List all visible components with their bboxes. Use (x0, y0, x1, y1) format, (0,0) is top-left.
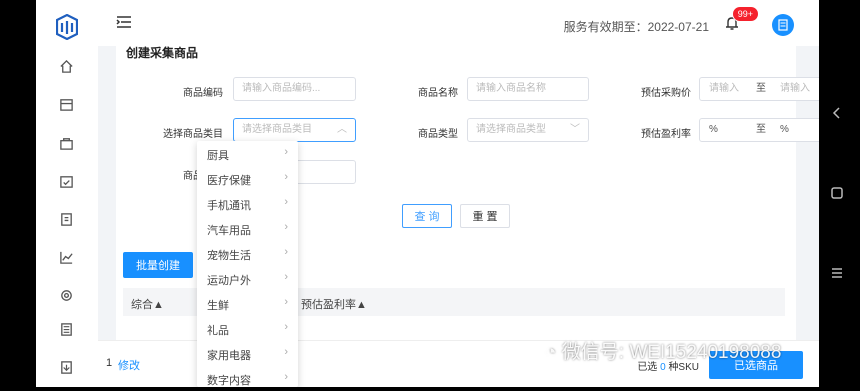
edit-link[interactable]: 修改 (118, 357, 140, 373)
service-expiry-text: 服务有效期至：2022-07-21 (563, 20, 709, 34)
watermark: ◔ 微信号: WEI15240198088 (545, 337, 781, 364)
app-screen: 服务有效期至：2022-07-21 99+ 创建采集商品 商品编码 请输入商品编… (36, 0, 819, 387)
home-nav-icon[interactable] (829, 185, 845, 201)
code-label: 商品编码 (183, 88, 223, 99)
profit-to-input[interactable]: % (780, 119, 789, 141)
reset-button[interactable]: 重 置 (460, 204, 510, 228)
dropdown-item-label: 汽车用品 (207, 225, 251, 237)
chevron-right-icon: › (284, 221, 288, 233)
category-label: 选择商品类目 (163, 129, 223, 140)
profit-range-input[interactable]: % 至 % (699, 118, 819, 142)
chevron-right-icon: › (284, 271, 288, 283)
chevron-right-icon: › (284, 171, 288, 183)
logo-icon (55, 13, 79, 41)
price-range-separator: 至 (756, 83, 766, 94)
dropdown-item[interactable]: 汽车用品 › (197, 216, 298, 241)
chevron-right-icon: › (284, 371, 288, 383)
query-button[interactable]: 查 询 (402, 204, 452, 228)
settings-icon[interactable] (58, 287, 74, 303)
sort-profit-header[interactable]: 预估盈利率▲ (301, 296, 367, 312)
back-nav-icon[interactable] (829, 105, 845, 121)
dropdown-item-label: 医疗保健 (207, 175, 251, 187)
price-range-input[interactable]: 请输入 至 请输入 (699, 77, 819, 101)
profit-from-input[interactable]: % (709, 119, 718, 141)
wechat-icon: ◔ (545, 342, 562, 363)
dropdown-item[interactable]: 医疗保健 › (197, 166, 298, 191)
document-icon[interactable] (58, 321, 74, 337)
dropdown-item-label: 运动户外 (207, 275, 251, 287)
type-label: 商品类型 (418, 129, 458, 140)
category-select[interactable]: 请选择商品类目 ︿ (233, 118, 356, 142)
dropdown-item[interactable]: 生鲜 › (197, 291, 298, 316)
home-icon[interactable] (58, 58, 74, 74)
dropdown-item[interactable]: 家用电器 › (197, 341, 298, 366)
dropdown-item-label: 数字内容 (207, 375, 251, 387)
chevron-right-icon: › (284, 321, 288, 333)
dropdown-item-label: 生鲜 (207, 300, 229, 312)
dropdown-item-label: 宠物生活 (207, 250, 251, 262)
dropdown-item[interactable]: 运动户外 › (197, 266, 298, 291)
price-label: 预估采购价 (641, 88, 691, 99)
dropdown-item[interactable]: 数字内容 › (197, 366, 298, 391)
store-icon[interactable] (58, 96, 74, 112)
card-title: 创建采集商品 (126, 46, 199, 60)
dropdown-item[interactable]: 厨具 › (197, 141, 298, 166)
page-number: 1 (106, 357, 113, 369)
category-dropdown: 厨具 › 医疗保健 › 手机通讯 › 汽车用品 › 宠物生活 › 运动户外 › 生鲜 › 礼品… (197, 141, 298, 387)
name-input[interactable]: 请输入商品名称 (467, 77, 589, 101)
price-from-input[interactable]: 请输入 (709, 78, 739, 100)
type-placeholder: 请选择商品类型 (476, 124, 546, 135)
dropdown-item[interactable]: 手机通讯 › (197, 191, 298, 216)
chevron-right-icon: › (284, 246, 288, 258)
bag-icon[interactable] (58, 135, 74, 151)
notification-badge: 99+ (731, 6, 759, 22)
recents-nav-icon[interactable] (829, 265, 845, 281)
profit-range-separator: 至 (756, 124, 766, 135)
menu-toggle-icon[interactable] (116, 15, 132, 29)
download-icon[interactable] (58, 359, 74, 375)
sidebar (36, 0, 98, 387)
dropdown-item-label: 家用电器 (207, 350, 251, 362)
calculator-icon (778, 19, 788, 31)
chevron-right-icon: › (284, 296, 288, 308)
dropdown-item-label: 厨具 (207, 150, 229, 162)
profit-label: 预估盈利率 (641, 129, 691, 140)
dropdown-item[interactable]: 礼品 › (197, 316, 298, 341)
avatar[interactable] (772, 14, 794, 36)
chevron-right-icon: › (284, 146, 288, 158)
dropdown-item-label: 礼品 (207, 325, 229, 337)
dropdown-item-label: 手机通讯 (207, 200, 251, 212)
chart-line-icon[interactable] (58, 249, 74, 265)
sort-comprehensive-header[interactable]: 综合▲ (131, 296, 164, 312)
chevron-right-icon: › (284, 196, 288, 208)
price-to-input[interactable]: 请输入 (780, 78, 810, 100)
code-input[interactable]: 请输入商品编码... (233, 77, 356, 101)
chevron-right-icon: › (284, 346, 288, 358)
category-placeholder: 请选择商品类目 (242, 124, 312, 135)
batch-create-button[interactable]: 批量创建 (123, 252, 193, 278)
calendar-check-icon[interactable] (58, 173, 74, 189)
watermark-text: 微信号: WEI15240198088 (561, 342, 782, 363)
dropdown-item[interactable]: 宠物生活 › (197, 241, 298, 266)
name-label: 商品名称 (418, 88, 458, 99)
clipboard-icon[interactable] (58, 211, 74, 227)
chevron-up-icon: ︿ (337, 124, 347, 135)
top-bar: 服务有效期至：2022-07-21 99+ (98, 0, 819, 46)
type-select[interactable]: 请选择商品类型 ﹀ (467, 118, 589, 142)
chevron-down-icon: ﹀ (570, 124, 580, 135)
